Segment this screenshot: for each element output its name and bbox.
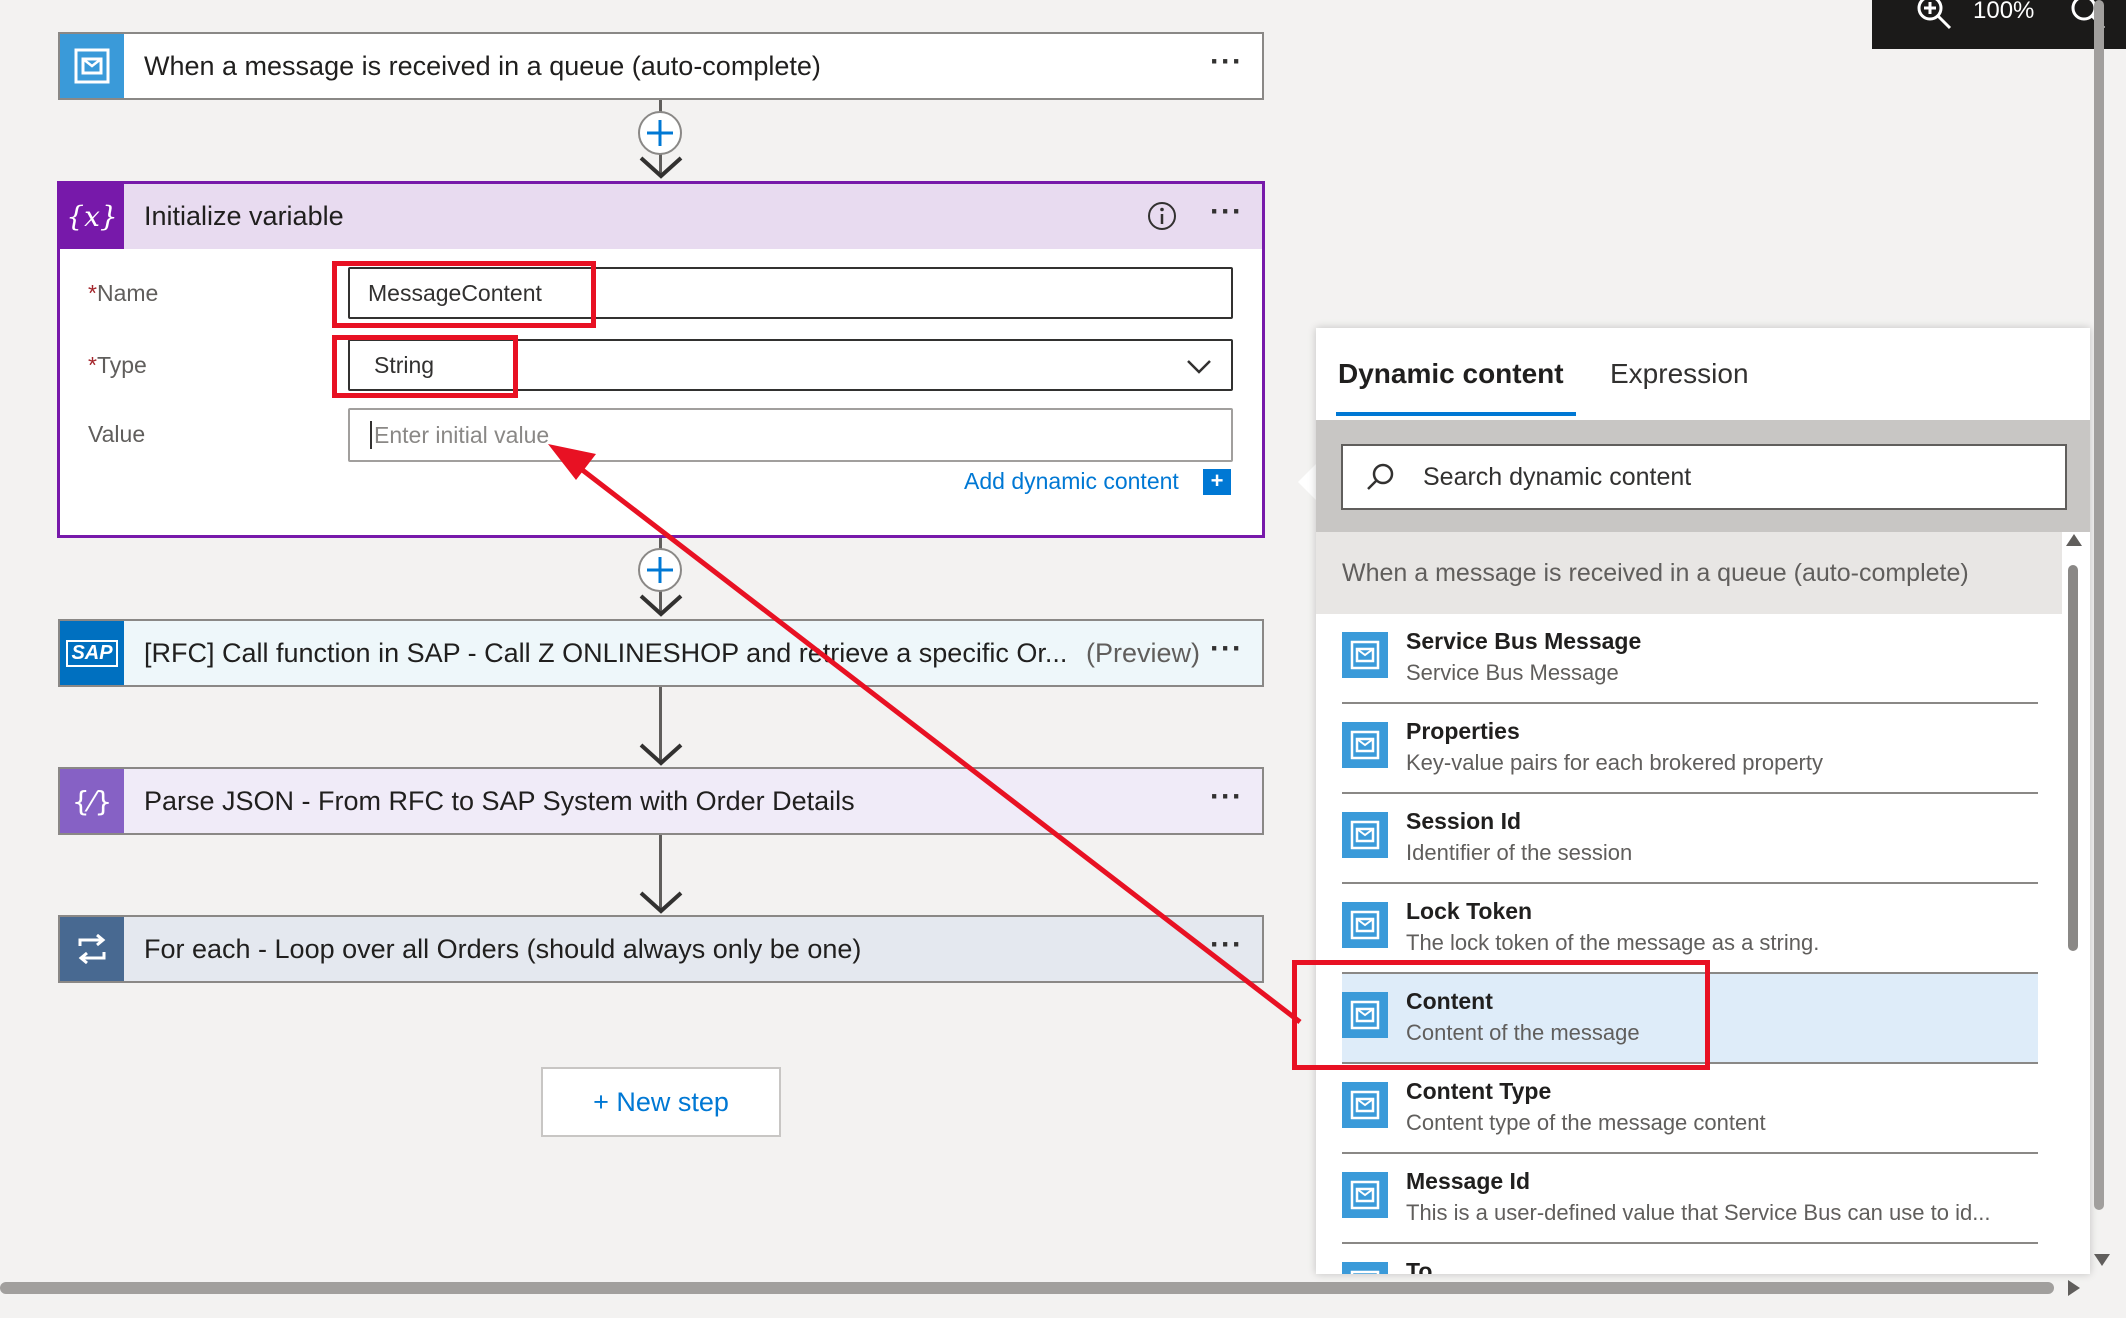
annotation-arrow	[548, 444, 1302, 1024]
